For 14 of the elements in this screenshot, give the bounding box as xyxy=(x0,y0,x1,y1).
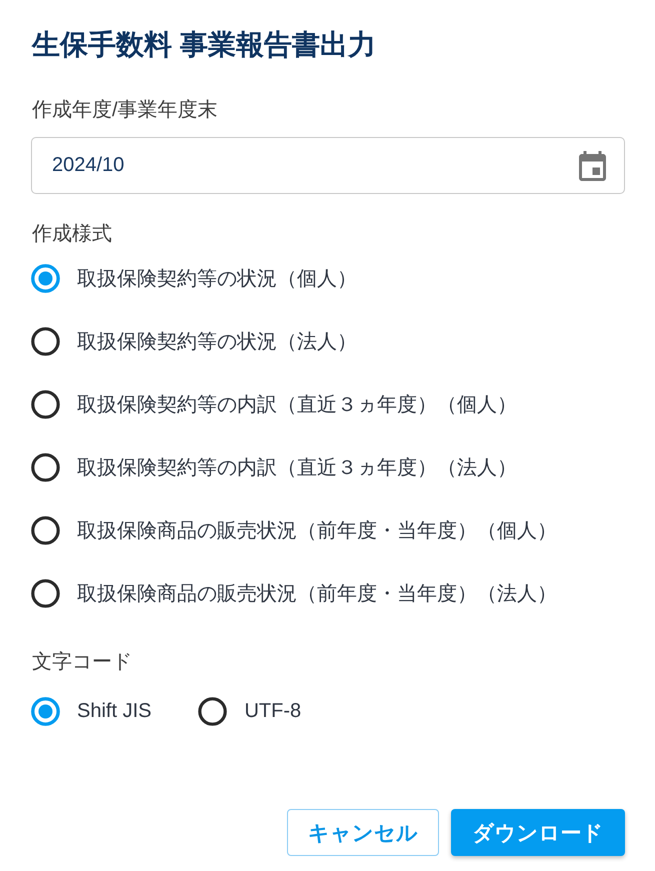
radio-option[interactable]: 取扱保険商品の販売状況（前年度・当年度）（法人） xyxy=(31,562,557,625)
dialog-title: 生保手数料 事業報告書出力 xyxy=(32,28,376,62)
radio-option[interactable]: 取扱保険契約等の内訳（直近３ヵ年度）（法人） xyxy=(31,436,517,499)
radio-option[interactable]: Shift JIS xyxy=(31,680,152,743)
radio-option[interactable]: 取扱保険契約等の状況（法人） xyxy=(31,310,357,373)
radio-option[interactable]: 取扱保険商品の販売状況（前年度・当年度）（個人） xyxy=(31,499,557,562)
radio-option[interactable]: 取扱保険契約等の状況（個人） xyxy=(31,247,357,310)
calendar-icon[interactable] xyxy=(579,150,606,180)
date-field[interactable]: 2024/10 xyxy=(31,137,625,194)
radio-option[interactable]: UTF-8 xyxy=(198,680,302,743)
radio-option[interactable]: 取扱保険契約等の内訳（直近３ヵ年度）（個人） xyxy=(31,373,517,436)
section-label: 作成様式 xyxy=(32,222,112,247)
section-label: 文字コード xyxy=(32,650,132,675)
field-label: 作成年度/事業年度末 xyxy=(32,98,218,123)
